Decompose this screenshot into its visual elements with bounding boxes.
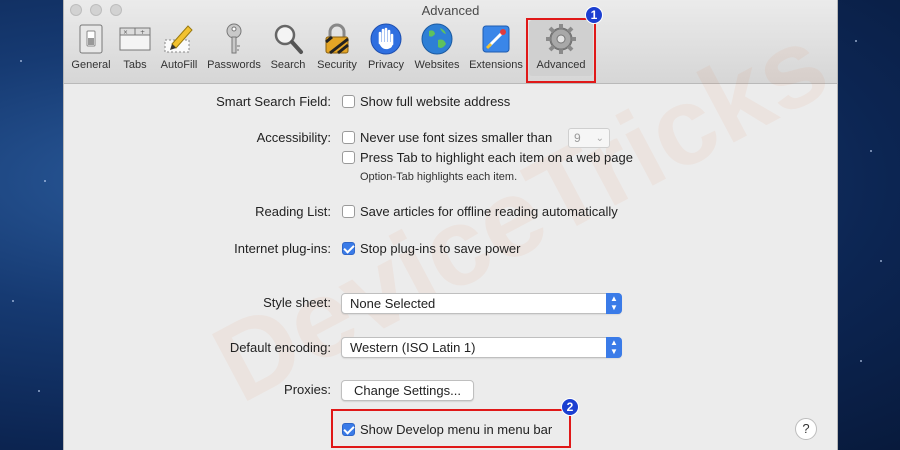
- tab-security-label: Security: [317, 59, 357, 71]
- tab-autofill-label: AutoFill: [160, 59, 198, 71]
- pencil-icon: [164, 25, 193, 53]
- style-sheet-label: Style sheet:: [263, 295, 331, 310]
- tab-tabs-label: Tabs: [123, 59, 147, 71]
- default-encoding-label: Default encoding:: [229, 340, 331, 355]
- proxies-label: Proxies:: [284, 382, 331, 397]
- tab-extensions-label: Extensions: [469, 59, 523, 71]
- min-font-size-option[interactable]: Never use font sizes smaller than: [342, 130, 552, 145]
- default-encoding-value: Western (ISO Latin 1): [350, 340, 476, 355]
- lock-icon: [325, 23, 349, 55]
- min-font-size-value: 9: [574, 131, 581, 145]
- min-font-size-checkbox[interactable]: [342, 131, 355, 144]
- updown-arrows-icon: ▲ ▼: [606, 293, 622, 314]
- show-full-address-text: Show full website address: [360, 94, 511, 109]
- titlebar: Advanced General × + Tabs AutoFill Passw…: [64, 0, 837, 84]
- stop-plugins-checkbox[interactable]: [342, 242, 355, 255]
- tab-websites[interactable]: Websites: [410, 20, 464, 76]
- plugins-label: Internet plug-ins:: [234, 241, 331, 256]
- svg-text:×: ×: [123, 29, 128, 36]
- key-icon: [226, 23, 242, 54]
- svg-text:+: +: [140, 29, 145, 36]
- min-font-size-select[interactable]: 9 ⌄: [568, 128, 610, 148]
- window-title: Advanced: [421, 3, 480, 18]
- tab-autofill[interactable]: AutoFill: [156, 20, 202, 76]
- tab-passwords-label: Passwords: [207, 59, 261, 71]
- advanced-settings-panel: Smart Search Field: Show full website ad…: [64, 85, 837, 450]
- chevron-down-icon: ⌄: [595, 133, 604, 144]
- option-tab-note: Option-Tab highlights each item.: [360, 171, 518, 183]
- press-tab-text: Press Tab to highlight each item on a we…: [360, 150, 633, 165]
- change-settings-button[interactable]: Change Settings...: [341, 380, 474, 401]
- puzzle-icon: [482, 25, 510, 53]
- press-tab-checkbox[interactable]: [342, 151, 355, 164]
- magnifier-icon: [274, 24, 303, 54]
- tab-privacy-label: Privacy: [367, 59, 405, 71]
- step-badge-1: 1: [585, 6, 603, 24]
- tab-tabs[interactable]: × + Tabs: [118, 20, 152, 76]
- tab-search[interactable]: Search: [266, 20, 310, 76]
- style-sheet-select[interactable]: None Selected ▲ ▼: [341, 293, 622, 314]
- tab-passwords[interactable]: Passwords: [204, 20, 264, 76]
- default-encoding-select[interactable]: Western (ISO Latin 1) ▲ ▼: [341, 337, 622, 358]
- updown-arrows-icon: ▲ ▼: [606, 337, 622, 358]
- stop-plugins-option[interactable]: Stop plug-ins to save power: [342, 241, 520, 256]
- smart-search-label: Smart Search Field:: [216, 94, 331, 109]
- safari-preferences-window: Advanced General × + Tabs AutoFill Passw…: [63, 0, 846, 450]
- accessibility-label: Accessibility:: [256, 130, 331, 145]
- style-sheet-value: None Selected: [350, 296, 436, 311]
- hand-icon: [370, 23, 402, 55]
- offline-reading-checkbox[interactable]: [342, 205, 355, 218]
- stop-plugins-text: Stop plug-ins to save power: [360, 241, 521, 256]
- tab-search-label: Search: [270, 59, 306, 71]
- tab-extensions[interactable]: Extensions: [466, 20, 526, 76]
- offline-reading-text: Save articles for offline reading automa…: [360, 204, 618, 219]
- offline-reading-option[interactable]: Save articles for offline reading automa…: [342, 204, 618, 219]
- reading-list-label: Reading List:: [255, 204, 331, 219]
- step-badge-2: 2: [561, 398, 579, 416]
- tab-general-label: General: [71, 59, 111, 71]
- press-tab-option[interactable]: Press Tab to highlight each item on a we…: [342, 150, 633, 165]
- help-button[interactable]: ?: [795, 418, 817, 440]
- min-font-size-text: Never use font sizes smaller than: [360, 130, 553, 145]
- tab-privacy[interactable]: Privacy: [364, 20, 408, 76]
- show-full-address-option[interactable]: Show full website address: [342, 94, 510, 109]
- tab-security[interactable]: Security: [312, 20, 362, 76]
- tabs-icon: × +: [119, 27, 151, 51]
- tab-general[interactable]: General: [68, 20, 114, 76]
- globe-icon: [421, 23, 453, 55]
- show-full-address-checkbox[interactable]: [342, 95, 355, 108]
- tab-websites-label: Websites: [414, 59, 460, 71]
- switch-icon: [79, 24, 103, 54]
- advanced-tab-highlight: [526, 18, 596, 83]
- develop-menu-highlight: [331, 409, 571, 448]
